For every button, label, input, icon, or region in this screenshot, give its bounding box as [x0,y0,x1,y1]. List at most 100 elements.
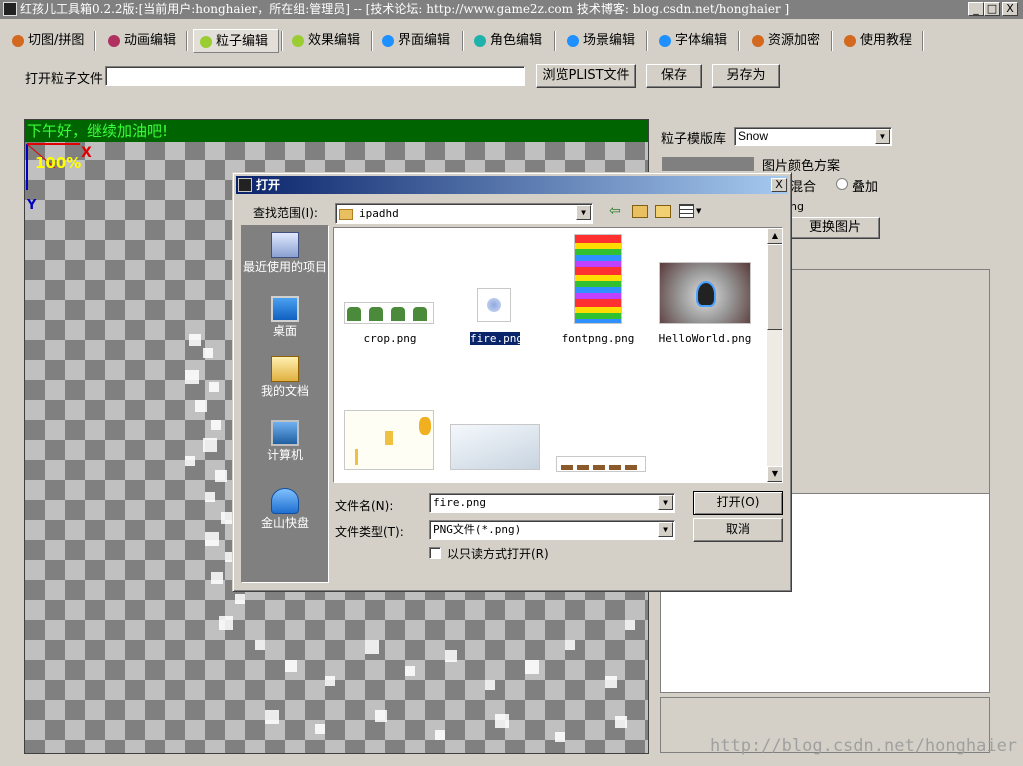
snow-particle [235,594,245,604]
up-folder-icon[interactable] [632,205,648,218]
file-item-helloworld[interactable]: HelloWorld.png [656,332,754,345]
tab-icon [659,35,671,47]
open-file-dialog: 打开 X 查找范围(I): ipadhd ▼ ⇦ ▼ 最近使用的项目 桌面 我的… [232,172,792,592]
place-kuaipan[interactable]: 金山快盘 [242,488,328,530]
back-icon[interactable]: ⇦ [609,203,621,219]
tab-scene-edit[interactable]: 场景编辑 [561,29,635,53]
browse-plist-button[interactable]: 浏览PLIST文件 [536,64,636,88]
filetype-select[interactable]: PNG文件(*.png) ▼ [429,520,675,540]
folder-icon [339,208,353,220]
snow-particle [219,616,233,630]
file-list: crop.png fire.png fontpng.png HelloWorld… [333,227,783,483]
snow-particle [445,650,457,662]
scroll-up-icon[interactable]: ▲ [767,228,782,244]
tab-font-edit[interactable]: 字体编辑 [653,29,727,53]
filename-label: 文件名(N): [335,499,394,513]
snow-particle [195,400,207,412]
snow-particle [265,710,279,724]
snow-particle [185,370,199,384]
scroll-down-icon[interactable]: ▼ [767,466,782,482]
tab-icon [844,35,856,47]
place-computer[interactable]: 计算机 [242,420,328,462]
template-library-select[interactable]: Snow ▼ [734,127,892,146]
watermark: http://blog.csdn.net/honghaier [710,736,1018,756]
dialog-close-button[interactable]: X [771,178,787,192]
axis-gizmo [26,143,80,190]
file-thumb-fire [477,288,511,322]
axis-x-label: X [81,145,92,161]
tab-animation-edit[interactable]: 动画编辑 [102,29,176,53]
window-title: 红孩儿工具箱0.2.2版:[当前用户:honghaier，所在组:管理员] --… [20,2,790,16]
blend-add-radio[interactable] [836,178,848,190]
places-bar: 最近使用的项目 桌面 我的文档 计算机 金山快盘 [241,225,329,583]
chevron-down-icon: ▼ [658,495,673,510]
chevron-down-icon: ▼ [576,205,591,220]
tab-tutorial[interactable]: 使用教程 [838,29,912,53]
snow-particle [185,456,195,466]
blend-mix-label: 混合 [790,180,817,195]
tab-effect-edit[interactable]: 效果编辑 [286,29,360,53]
tab-particle-edit[interactable]: 粒子编辑 [193,29,279,53]
dialog-titlebar: 打开 [236,176,788,194]
filetype-label: 文件类型(T): [335,525,404,539]
snow-particle [285,660,297,672]
file-item-crop[interactable]: crop.png [344,332,436,345]
filename-input[interactable]: fire.png ▼ [429,493,675,513]
color-scheme-swatch [662,157,754,171]
snow-particle [325,676,335,686]
readonly-checkbox[interactable] [429,547,441,559]
maximize-button[interactable]: □ [984,2,1000,16]
place-recent[interactable]: 最近使用的项目 [242,232,328,274]
dialog-app-icon [238,178,252,192]
snow-particle [405,666,415,676]
view-menu-icon[interactable] [679,204,694,218]
tab-icon [474,35,486,47]
my-documents-icon [271,356,299,382]
image-name-label: ng [790,200,804,213]
tab-cut-image[interactable]: 切图/拼图 [6,29,84,53]
snow-particle [485,680,495,690]
tab-icon [200,36,212,48]
tab-icon [752,35,764,47]
snow-particle [605,676,617,688]
look-in-select[interactable]: ipadhd ▼ [335,203,593,224]
snow-particle [435,730,445,740]
save-as-button[interactable]: 另存为 [712,64,780,88]
tab-icon [12,35,24,47]
close-button[interactable]: X [1002,2,1018,16]
minimize-button[interactable]: _ [968,2,984,16]
change-image-button[interactable]: 更换图片 [790,217,880,239]
snow-particle [211,420,221,430]
new-folder-icon[interactable] [655,205,671,218]
snow-particle [525,660,539,674]
snow-particle [203,438,217,452]
snow-particle [565,640,575,650]
file-item-fontpng[interactable]: fontpng.png [560,332,636,345]
window-titlebar: 红孩儿工具箱0.2.2版:[当前用户:honghaier，所在组:管理员] --… [0,0,1023,19]
scroll-thumb[interactable] [767,244,782,330]
particle-file-input[interactable] [105,66,525,86]
place-desktop[interactable]: 桌面 [242,296,328,338]
file-thumb-helloworld [659,262,751,324]
cloud-drive-icon [271,488,299,514]
tab-role-edit[interactable]: 角色编辑 [468,29,542,53]
file-list-scrollbar[interactable]: ▲ ▼ [767,228,782,482]
snow-particle [255,640,265,650]
tab-ui-edit[interactable]: 界面编辑 [376,29,450,53]
file-thumb-snowterrain [450,424,540,470]
greeting-banner: 下午好，继续加油吧! [25,120,648,142]
place-my-documents[interactable]: 我的文档 [242,356,328,398]
desktop-icon [271,296,299,322]
recent-items-icon [271,232,299,258]
open-button[interactable]: 打开(O) [693,491,783,515]
snow-particle [203,348,213,358]
tab-resource-encrypt[interactable]: 资源加密 [746,29,820,53]
snow-particle [375,710,387,722]
cancel-button[interactable]: 取消 [693,518,783,542]
save-button[interactable]: 保存 [646,64,702,88]
chevron-down-icon[interactable]: ▼ [696,207,701,215]
file-item-fire[interactable]: fire.png [469,331,523,346]
snow-particle [495,714,509,728]
snow-particle [209,382,219,392]
file-thumb-fontpng [574,234,622,324]
